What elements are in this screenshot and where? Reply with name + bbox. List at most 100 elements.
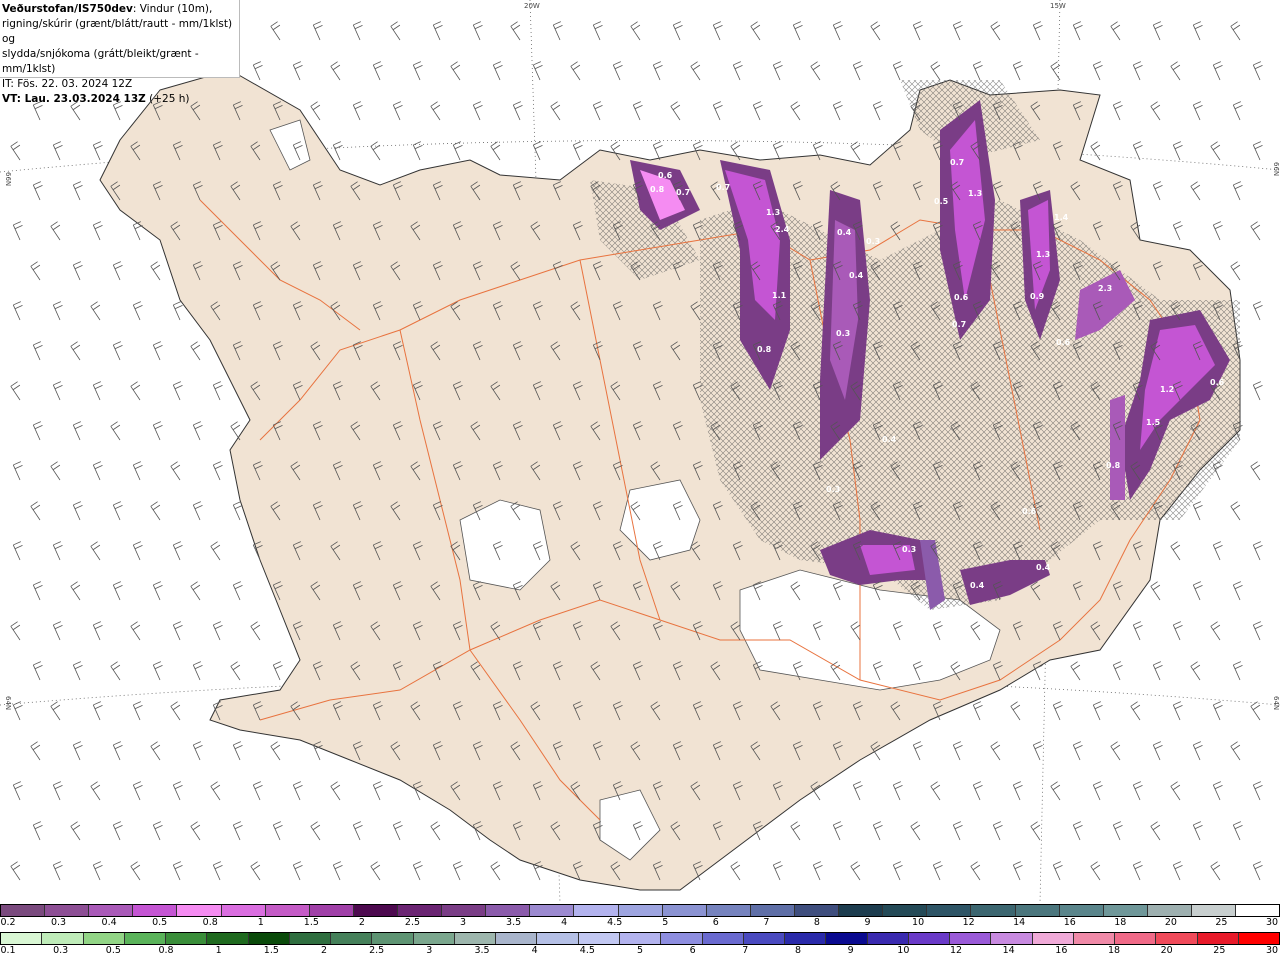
map-value: 0.6 xyxy=(1210,378,1225,387)
legend-label: 2 xyxy=(358,917,365,928)
info-line3: slydda/snjókoma (grátt/bleikt/grænt - mm… xyxy=(2,48,199,75)
grid-label-64n-right: 64N xyxy=(1272,696,1280,710)
info-title: Veðurstofan/IS750dev xyxy=(2,3,133,15)
legend-label: 8 xyxy=(794,945,802,956)
legend-label: 18 xyxy=(1114,917,1127,928)
legend-label: 9 xyxy=(864,917,871,928)
legend-swatch xyxy=(991,933,1033,944)
legend-label: 0.8 xyxy=(158,945,174,956)
legend-label: 12 xyxy=(949,945,963,956)
legend-label: 10 xyxy=(897,945,910,956)
legend-label: 2.5 xyxy=(404,917,421,928)
legend-label: 2 xyxy=(320,945,328,956)
legend-swatch xyxy=(486,905,531,916)
legend-swatch xyxy=(221,905,266,916)
map-value: 0.8 xyxy=(757,345,772,354)
map-value: 0.6 xyxy=(1056,338,1071,347)
map-value: 2.3 xyxy=(1098,284,1112,293)
legend-swatch xyxy=(1,905,46,916)
map-value: 1.3 xyxy=(1036,250,1050,259)
legend-swatch xyxy=(619,933,662,944)
legend-swatch xyxy=(89,905,134,916)
legend-swatch xyxy=(702,933,744,944)
legend-label: 25 xyxy=(1215,917,1228,928)
legend-label: 14 xyxy=(1002,945,1015,956)
info-init-time: IT: Fös. 22. 03. 2024 12Z xyxy=(2,78,133,90)
legend-swatch xyxy=(1059,905,1104,916)
map-value: 0.3 xyxy=(866,237,880,246)
legend-label: 18 xyxy=(1107,945,1121,956)
legend-swatch xyxy=(574,905,619,916)
info-valid-time-line: VT: Lau. 23.03.2024 13Z (+25 h) xyxy=(2,92,239,107)
legend-label: 25 xyxy=(1213,945,1226,956)
legend-swatch xyxy=(927,905,972,916)
legend-swatch xyxy=(1191,905,1237,916)
legend-swatch xyxy=(42,933,84,944)
map-value: 0.5 xyxy=(934,197,949,206)
map-value: 1.3 xyxy=(968,189,982,198)
legend-swatch xyxy=(794,905,840,916)
legend-label: 2.5 xyxy=(369,945,385,956)
legend-label: 7 xyxy=(763,917,770,928)
map-value: 0.6 xyxy=(1022,507,1037,516)
legend-swatch xyxy=(454,933,497,944)
legend-label: 0.3 xyxy=(50,917,67,928)
legend-swatch xyxy=(372,933,414,944)
legend-swatch xyxy=(706,905,751,916)
legend-swatch xyxy=(750,905,795,916)
map-value: 0.4 xyxy=(849,271,864,280)
legend-swatch xyxy=(1,933,43,944)
info-lead-time: (+25 h) xyxy=(145,93,190,105)
legend-label: 3 xyxy=(460,917,467,928)
legend-swatch xyxy=(442,905,487,916)
legend-label: 20 xyxy=(1160,945,1173,956)
map-value: 0.3 xyxy=(836,329,850,338)
legend-label: 5 xyxy=(636,945,644,956)
legend-snow-colorbar xyxy=(0,904,1280,917)
map-value: 1.1 xyxy=(772,291,787,300)
grid-label-66n-left: 66N xyxy=(4,172,12,186)
legend-label: 1 xyxy=(257,917,264,928)
map-value: 0.4 xyxy=(837,228,852,237)
legend-label: 16 xyxy=(1055,945,1068,956)
legend-swatch xyxy=(908,933,951,944)
legend-swatch xyxy=(1197,933,1239,944)
legend-swatch xyxy=(133,905,178,916)
legend-swatch xyxy=(743,933,786,944)
map-value: 0.4 xyxy=(970,581,985,590)
legend-swatch xyxy=(1115,933,1157,944)
legend-label: 20 xyxy=(1164,917,1177,928)
legend-label: 9 xyxy=(847,945,854,956)
map-value: 1.4 xyxy=(1054,213,1069,222)
map-value: 0.9 xyxy=(1030,292,1045,301)
legend-swatch xyxy=(785,933,827,944)
legend-swatch xyxy=(950,933,992,944)
legend-label: 0.4 xyxy=(101,917,117,928)
legend-label: 4.5 xyxy=(579,945,595,956)
legend-swatch xyxy=(1156,933,1198,944)
legend-label: 0.5 xyxy=(105,945,121,956)
legend-swatch xyxy=(1236,905,1280,916)
legend-swatch xyxy=(883,905,928,916)
legend-label: 4 xyxy=(561,917,568,928)
legend-swatch xyxy=(1015,905,1060,916)
legend-swatch xyxy=(578,933,620,944)
legend-swatch xyxy=(166,933,208,944)
legend-swatch xyxy=(867,933,909,944)
legend-swatch xyxy=(618,905,663,916)
map-value: 0.3 xyxy=(902,545,916,554)
grid-label-20w: 20W xyxy=(524,2,540,10)
legend-swatch xyxy=(265,905,310,916)
map-value: 1.3 xyxy=(766,208,780,217)
map-value: 0.8 xyxy=(650,185,665,194)
legend-rain-colorbar xyxy=(0,932,1280,945)
legend-swatch xyxy=(1103,905,1148,916)
legend-label: 3.5 xyxy=(506,917,522,928)
legend-swatch xyxy=(530,905,575,916)
legend-swatch xyxy=(1238,933,1280,944)
info-title-suffix: : Vindur (10m), xyxy=(132,3,213,15)
legend-rain: 0.1 0.3 0.5 0.8 1 1.5 2 2.5 3 3.5 4 4.5 5 6 7 8 9 10 12 14 1… xyxy=(0,932,1280,958)
forecast-info-box: Veðurstofan/IS750dev: Vindur (10m), rign… xyxy=(0,0,240,105)
legend-swatch xyxy=(839,905,884,916)
legend-label: 0.5 xyxy=(152,917,168,928)
